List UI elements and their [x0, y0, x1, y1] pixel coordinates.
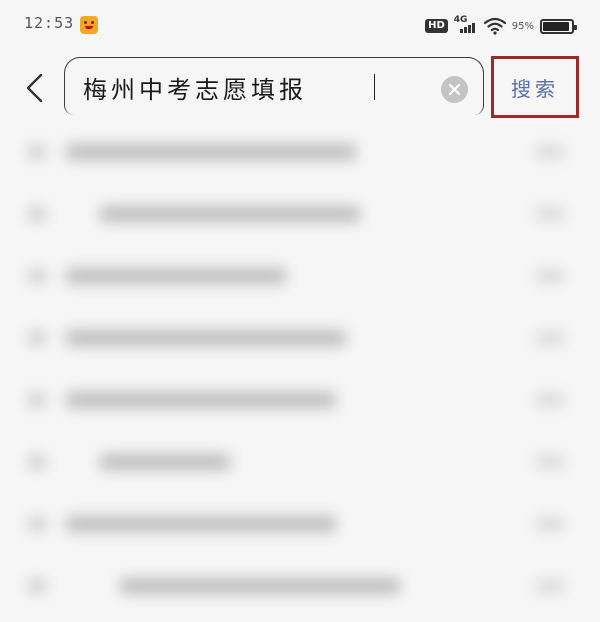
battery-percentage: 95%: [511, 20, 534, 32]
clear-search-button[interactable]: [441, 76, 468, 103]
search-suggestion-list: [0, 122, 600, 618]
suggestion-row[interactable]: [0, 494, 600, 556]
suggestion-row[interactable]: [0, 556, 600, 618]
wifi-icon: [483, 17, 506, 35]
suggestion-row[interactable]: [0, 432, 600, 494]
chevron-left-icon: [26, 73, 43, 103]
text-cursor: [374, 74, 375, 100]
search-submit-button[interactable]: 搜索: [495, 60, 575, 114]
search-box[interactable]: [64, 57, 484, 115]
search-input[interactable]: [83, 70, 383, 104]
hd-icon: HD: [425, 19, 448, 33]
suggestion-row[interactable]: [0, 246, 600, 308]
back-button[interactable]: [16, 68, 52, 108]
status-time: 12:53: [24, 14, 75, 32]
battery-icon: [540, 18, 577, 34]
network-type-label: 4G: [453, 15, 468, 25]
suggestion-row[interactable]: [0, 370, 600, 432]
status-indicators: HD 4G 95%: [425, 15, 577, 36]
close-icon: [448, 83, 461, 96]
suggestion-row[interactable]: [0, 184, 600, 246]
suggestion-row[interactable]: [0, 122, 600, 184]
status-bar: 12:53 HD 4G 95%: [0, 0, 600, 52]
app-notification-icon: [80, 16, 98, 34]
cellular-signal-icon: 4G: [453, 15, 478, 35]
suggestion-row[interactable]: [0, 308, 600, 370]
